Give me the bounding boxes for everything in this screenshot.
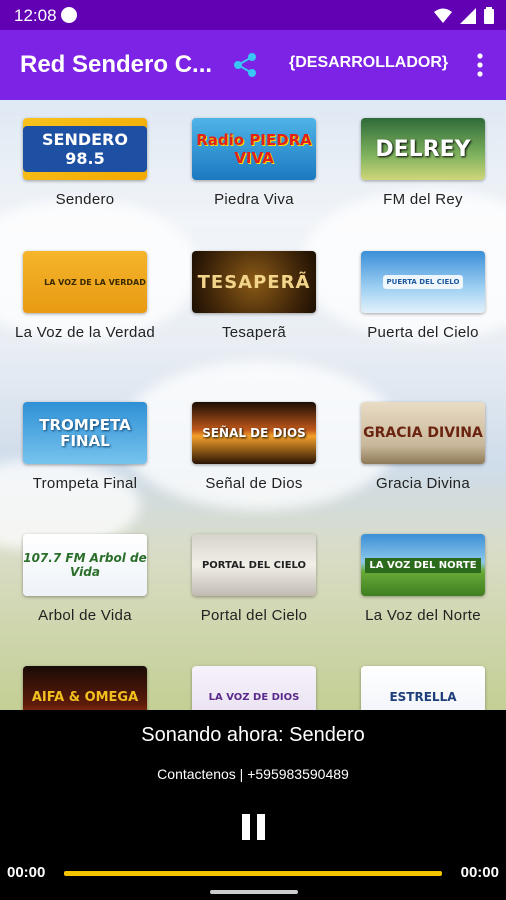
station-item[interactable]: GRACIA DIVINA Gracia Divina	[338, 402, 506, 493]
station-logo-text: Radio PIEDRA VIVA	[196, 131, 312, 167]
station-item[interactable]: ESTRELLA	[338, 666, 506, 710]
station-logo-text: LA VOZ DEL NORTE	[365, 557, 481, 573]
station-logo: DELREY	[361, 118, 485, 180]
station-logo: 107.7 FM Arbol de Vida	[23, 534, 147, 596]
more-menu-icon[interactable]	[470, 50, 490, 80]
station-logo-text: AIFA & OMEGA	[31, 689, 139, 705]
station-logo-text: LA VOZ DE DIOS	[208, 691, 300, 703]
pause-button[interactable]	[241, 814, 267, 840]
station-label: Gracia Divina	[376, 475, 470, 492]
signal-icon	[460, 7, 476, 24]
contact-link[interactable]: Contactenos | +595983590489	[0, 766, 506, 782]
station-item[interactable]: LA VOZ DE LA VERDAD La Voz de la Verdad	[0, 251, 170, 342]
station-logo-text: 107.7 FM Arbol de Vida	[23, 551, 147, 579]
home-indicator[interactable]	[210, 890, 298, 894]
status-bar: 12:08	[0, 0, 506, 30]
station-label: Tesaperã	[221, 324, 287, 341]
notification-dot-icon	[61, 7, 77, 23]
station-logo: GRACIA DIVINA	[361, 402, 485, 464]
station-logo: Radio PIEDRA VIVA	[192, 118, 316, 180]
station-item[interactable]: LA VOZ DEL NORTE La Voz del Norte	[338, 534, 506, 625]
station-item[interactable]: AIFA & OMEGA	[0, 666, 170, 710]
station-item[interactable]: DELREY FM del Rey	[338, 118, 506, 209]
station-logo: LA VOZ DEL NORTE	[361, 534, 485, 596]
developer-button[interactable]: {DESARROLLADOR}	[289, 54, 448, 72]
station-item[interactable]: 107.7 FM Arbol de Vida Arbol de Vida	[0, 534, 170, 625]
station-item[interactable]: TROMPETA FINAL Trompeta Final	[0, 402, 170, 493]
duration-time: 00:00	[460, 864, 499, 881]
station-logo-text: SEÑAL DE DIOS	[202, 426, 306, 440]
pause-icon-bar	[257, 814, 265, 840]
station-logo-text: SENDERO 98.5	[23, 126, 147, 172]
player-panel: Sonando ahora: Sendero Contactenos | +59…	[0, 710, 506, 900]
station-label: Portal del Cielo	[200, 607, 308, 624]
station-logo-text: LA VOZ DE LA VERDAD	[44, 277, 146, 287]
station-label: FM del Rey	[383, 191, 463, 208]
app-title: Red Sendero C...	[20, 51, 213, 78]
station-label: Arbol de Vida	[38, 607, 132, 624]
seek-bar[interactable]	[64, 871, 442, 876]
station-item[interactable]: PORTAL DEL CIELO Portal del Cielo	[169, 534, 339, 625]
wifi-icon	[434, 8, 452, 23]
station-logo: LA VOZ DE DIOS	[192, 666, 316, 710]
station-logo-text: TESAPERÃ	[197, 271, 311, 293]
station-logo: LA VOZ DE LA VERDAD	[23, 251, 147, 313]
app-bar: Red Sendero C... {DESARROLLADOR}	[0, 30, 506, 100]
station-label: Trompeta Final	[32, 475, 138, 492]
station-label: Sendero	[55, 191, 115, 208]
station-logo: PORTAL DEL CIELO	[192, 534, 316, 596]
station-grid-area[interactable]: SENDERO 98.5 Sendero Radio PIEDRA VIVA P…	[0, 100, 506, 710]
station-logo: ESTRELLA	[361, 666, 485, 710]
station-logo: SENDERO 98.5	[23, 118, 147, 180]
station-label: La Voz de la Verdad	[15, 324, 155, 341]
station-label: La Voz del Norte	[365, 607, 481, 624]
battery-icon	[484, 7, 494, 24]
station-logo-text: PUERTA DEL CIELO	[382, 275, 464, 289]
station-logo: PUERTA DEL CIELO	[361, 251, 485, 313]
station-logo-text: TROMPETA FINAL	[39, 416, 131, 450]
now-playing-text: Sonando ahora: Sendero	[141, 724, 365, 746]
station-logo: AIFA & OMEGA	[23, 666, 147, 710]
station-label: Señal de Dios	[205, 475, 303, 492]
station-label: Piedra Viva	[214, 191, 294, 208]
station-logo-text: GRACIA DIVINA	[363, 425, 483, 441]
station-logo: TROMPETA FINAL	[23, 402, 147, 464]
station-logo: TESAPERÃ	[192, 251, 316, 313]
station-item[interactable]: LA VOZ DE DIOS	[169, 666, 339, 710]
station-item[interactable]: SEÑAL DE DIOS Señal de Dios	[169, 402, 339, 493]
station-item[interactable]: Radio PIEDRA VIVA Piedra Viva	[169, 118, 339, 209]
status-icons	[434, 7, 494, 24]
station-item[interactable]: TESAPERÃ Tesaperã	[169, 251, 339, 342]
station-logo: SEÑAL DE DIOS	[192, 402, 316, 464]
status-time: 12:08	[14, 6, 57, 25]
share-icon[interactable]	[230, 50, 260, 80]
station-logo-text: PORTAL DEL CIELO	[201, 559, 307, 571]
station-item[interactable]: SENDERO 98.5 Sendero	[0, 118, 170, 209]
station-label: Puerta del Cielo	[367, 324, 479, 341]
pause-icon	[242, 814, 250, 840]
station-logo-text: ESTRELLA	[389, 690, 457, 704]
station-item[interactable]: PUERTA DEL CIELO Puerta del Cielo	[338, 251, 506, 342]
station-logo-text: DELREY	[375, 136, 471, 162]
elapsed-time: 00:00	[7, 864, 46, 881]
